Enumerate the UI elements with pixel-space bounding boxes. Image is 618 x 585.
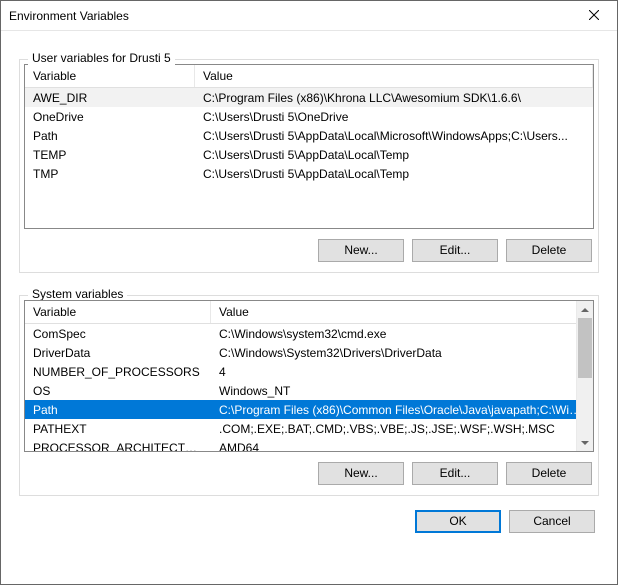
- scroll-down-icon[interactable]: [577, 434, 593, 451]
- cell-variable: OneDrive: [25, 109, 195, 125]
- cell-value: C:\Users\Drusti 5\AppData\Local\Microsof…: [195, 128, 593, 144]
- cell-value: C:\Users\Drusti 5\OneDrive: [195, 109, 593, 125]
- cell-value: C:\Program Files (x86)\Common Files\Orac…: [211, 402, 593, 418]
- system-delete-button[interactable]: Delete: [506, 462, 592, 485]
- ok-button[interactable]: OK: [415, 510, 501, 533]
- scroll-thumb[interactable]: [578, 318, 592, 378]
- system-variables-table[interactable]: Variable Value ComSpecC:\Windows\system3…: [24, 300, 594, 452]
- cell-variable: AWE_DIR: [25, 90, 195, 106]
- table-row[interactable]: NUMBER_OF_PROCESSORS4: [25, 362, 593, 381]
- table-header: Variable Value: [25, 301, 593, 324]
- column-value[interactable]: Value: [195, 65, 593, 87]
- dialog-content: User variables for Drusti 5 Variable Val…: [1, 31, 617, 584]
- cell-value: 4: [211, 364, 593, 380]
- table-row[interactable]: PROCESSOR_ARCHITECTUREAMD64: [25, 438, 593, 451]
- table-row[interactable]: PathC:\Program Files (x86)\Common Files\…: [25, 400, 593, 419]
- cell-value: .COM;.EXE;.BAT;.CMD;.VBS;.VBE;.JS;.JSE;.…: [211, 421, 593, 437]
- scroll-up-icon[interactable]: [577, 301, 593, 318]
- table-row[interactable]: ComSpecC:\Windows\system32\cmd.exe: [25, 324, 593, 343]
- user-variables-table[interactable]: Variable Value AWE_DIRC:\Program Files (…: [24, 64, 594, 229]
- table-row[interactable]: TEMPC:\Users\Drusti 5\AppData\Local\Temp: [25, 145, 593, 164]
- system-rows: ComSpecC:\Windows\system32\cmd.exeDriver…: [25, 324, 593, 451]
- system-variables-label: System variables: [28, 287, 127, 301]
- cell-value: AMD64: [211, 440, 593, 452]
- user-rows: AWE_DIRC:\Program Files (x86)\Khrona LLC…: [25, 88, 593, 228]
- close-icon: [589, 9, 599, 23]
- cancel-button[interactable]: Cancel: [509, 510, 595, 533]
- cell-value: C:\Users\Drusti 5\AppData\Local\Temp: [195, 147, 593, 163]
- environment-variables-dialog: Environment Variables User variables for…: [0, 0, 618, 585]
- table-row[interactable]: AWE_DIRC:\Program Files (x86)\Khrona LLC…: [25, 88, 593, 107]
- cell-variable: Path: [25, 402, 211, 418]
- table-header: Variable Value: [25, 65, 593, 88]
- table-row[interactable]: PathC:\Users\Drusti 5\AppData\Local\Micr…: [25, 126, 593, 145]
- column-variable[interactable]: Variable: [25, 65, 195, 87]
- system-buttons: New... Edit... Delete: [24, 452, 594, 491]
- window-title: Environment Variables: [9, 9, 129, 23]
- user-delete-button[interactable]: Delete: [506, 239, 592, 262]
- cell-value: C:\Windows\System32\Drivers\DriverData: [211, 345, 593, 361]
- titlebar[interactable]: Environment Variables: [1, 1, 617, 31]
- cell-variable: PROCESSOR_ARCHITECTURE: [25, 440, 211, 452]
- dialog-footer: OK Cancel: [19, 500, 599, 537]
- column-variable[interactable]: Variable: [25, 301, 211, 323]
- table-row[interactable]: OSWindows_NT: [25, 381, 593, 400]
- user-new-button[interactable]: New...: [318, 239, 404, 262]
- system-edit-button[interactable]: Edit...: [412, 462, 498, 485]
- cell-value: C:\Users\Drusti 5\AppData\Local\Temp: [195, 166, 593, 182]
- table-row[interactable]: PATHEXT.COM;.EXE;.BAT;.CMD;.VBS;.VBE;.JS…: [25, 419, 593, 438]
- cell-variable: OS: [25, 383, 211, 399]
- cell-variable: ComSpec: [25, 326, 211, 342]
- system-new-button[interactable]: New...: [318, 462, 404, 485]
- cell-variable: TMP: [25, 166, 195, 182]
- cell-variable: DriverData: [25, 345, 211, 361]
- cell-variable: Path: [25, 128, 195, 144]
- cell-variable: PATHEXT: [25, 421, 211, 437]
- cell-value: C:\Program Files (x86)\Khrona LLC\Awesom…: [195, 90, 593, 106]
- cell-variable: TEMP: [25, 147, 195, 163]
- scrollbar[interactable]: [576, 301, 593, 451]
- user-variables-label: User variables for Drusti 5: [28, 51, 175, 65]
- table-row[interactable]: OneDriveC:\Users\Drusti 5\OneDrive: [25, 107, 593, 126]
- user-buttons: New... Edit... Delete: [24, 229, 594, 268]
- column-value[interactable]: Value: [211, 301, 593, 323]
- cell-value: C:\Windows\system32\cmd.exe: [211, 326, 593, 342]
- cell-variable: NUMBER_OF_PROCESSORS: [25, 364, 211, 380]
- user-edit-button[interactable]: Edit...: [412, 239, 498, 262]
- system-variables-group: System variables Variable Value ComSpecC…: [19, 295, 599, 496]
- close-button[interactable]: [571, 1, 617, 31]
- table-row[interactable]: DriverDataC:\Windows\System32\Drivers\Dr…: [25, 343, 593, 362]
- cell-value: Windows_NT: [211, 383, 593, 399]
- table-row[interactable]: TMPC:\Users\Drusti 5\AppData\Local\Temp: [25, 164, 593, 183]
- user-variables-group: User variables for Drusti 5 Variable Val…: [19, 59, 599, 273]
